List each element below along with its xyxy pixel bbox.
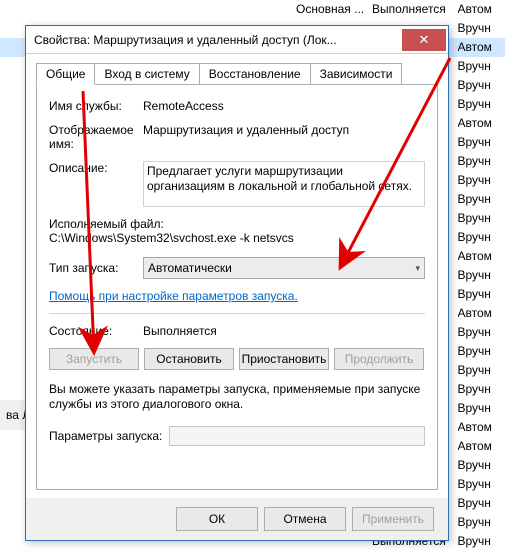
tab-logon[interactable]: Вход в систему (95, 63, 199, 85)
startup-type-value: Автоматически (148, 261, 232, 275)
window-title: Свойства: Маршрутизация и удаленный дост… (26, 33, 402, 47)
startup-type-select[interactable]: Автоматически ▾ (143, 257, 425, 279)
ok-button[interactable]: ОК (176, 507, 258, 531)
resume-button: Продолжить (334, 348, 424, 370)
close-icon: ✕ (419, 32, 430, 48)
tab-general[interactable]: Общие (36, 63, 95, 85)
stop-button[interactable]: Остановить (144, 348, 234, 370)
display-name-label: Отображаемое имя: (49, 123, 143, 151)
properties-dialog: Свойства: Маршрутизация и удаленный дост… (25, 25, 449, 541)
startup-params-input[interactable] (169, 426, 425, 446)
tab-recovery[interactable]: Восстановление (200, 63, 311, 85)
description-box[interactable]: Предлагает услуги маршрутизации организа… (143, 161, 425, 207)
cancel-button[interactable]: Отмена (264, 507, 346, 531)
tabstrip: Общие Вход в систему Восстановление Зави… (36, 62, 438, 84)
description-label: Описание: (49, 161, 143, 207)
display-name-value: Маршрутизация и удаленный доступ (143, 123, 425, 151)
state-value: Выполняется (143, 324, 425, 338)
list-row[interactable]: Основная ...ВыполняетсяАвтом (0, 0, 505, 19)
tab-dependencies[interactable]: Зависимости (311, 63, 403, 85)
startup-help-link[interactable]: Помощь при настройке параметров запуска. (49, 289, 298, 303)
divider (49, 313, 425, 314)
dialog-bottom-bar: ОК Отмена Применить (26, 498, 448, 540)
exe-path-label: Исполняемый файл: (49, 217, 425, 231)
service-control-buttons: Запустить Остановить Приостановить Продо… (49, 348, 425, 370)
titlebar: Свойства: Маршрутизация и удаленный дост… (26, 26, 448, 54)
service-name-value: RemoteAccess (143, 99, 425, 113)
startup-type-label: Тип запуска: (49, 261, 143, 275)
startup-params-label: Параметры запуска: (49, 429, 169, 443)
pause-button[interactable]: Приостановить (239, 348, 329, 370)
close-button[interactable]: ✕ (402, 29, 446, 51)
state-label: Состояние: (49, 324, 143, 338)
exe-path-value: C:\Windows\System32\svchost.exe -k netsv… (49, 231, 425, 245)
chevron-down-icon: ▾ (415, 263, 420, 274)
service-name-label: Имя службы: (49, 99, 143, 113)
apply-button: Применить (352, 507, 434, 531)
start-button: Запустить (49, 348, 139, 370)
tab-panel-general: Имя службы: RemoteAccess Отображаемое им… (36, 84, 438, 490)
startup-params-note: Вы можете указать параметры запуска, при… (49, 382, 425, 412)
